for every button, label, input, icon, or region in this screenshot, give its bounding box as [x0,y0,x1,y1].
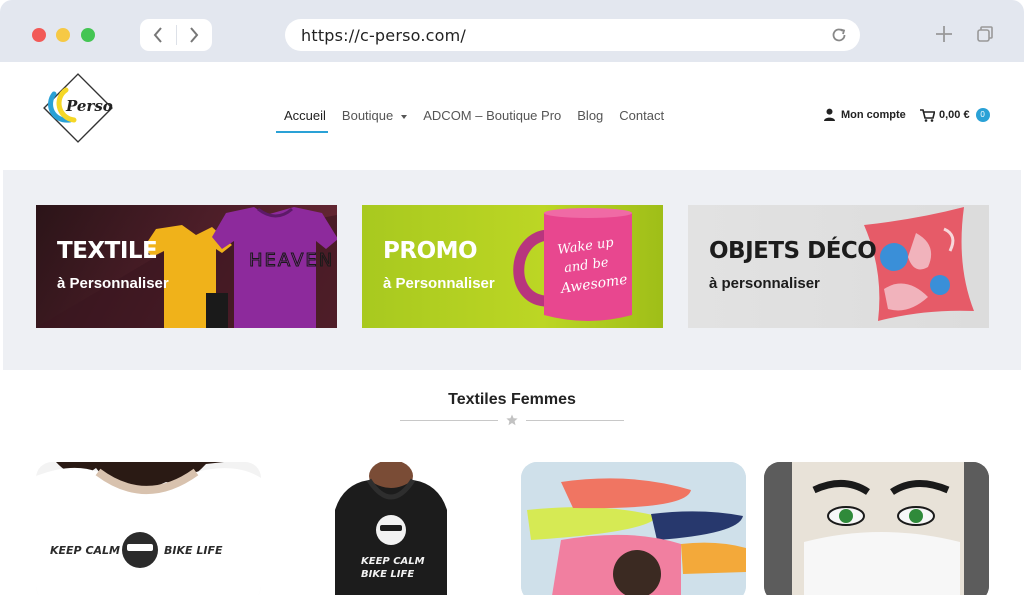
banner-subtitle: à Personnaliser [57,275,169,292]
svg-text:BIKE LIFE: BIKE LIFE [164,544,223,557]
browser-chrome: https://c-perso.com/ [0,0,1024,62]
product-card-hoodie[interactable]: KEEP CALM BIKE LIFE [279,462,504,595]
user-icon [824,108,835,121]
hoodie-product-image: KEEP CALM BIKE LIFE [335,462,447,595]
cart-count-badge: 0 [975,108,990,122]
pillows-product-image [521,462,746,595]
chevron-down-icon [401,114,408,119]
account-link[interactable]: Mon compte [823,108,906,121]
close-window-button[interactable] [32,28,46,42]
tshirts-image: HEAVEN [36,207,337,328]
banner-promo[interactable]: Wake up and be Awesome PROMO à Personnal… [362,205,663,328]
svg-text:KEEP CALM: KEEP CALM [50,544,120,557]
back-icon [153,27,162,43]
minimize-window-button[interactable] [56,28,70,42]
reload-icon[interactable] [830,26,848,44]
site-logo[interactable]: Perso [40,70,116,146]
url-text: https://c-perso.com/ [301,26,466,45]
main-navigation: Accueil Boutique ADCOM – Boutique Pro Bl… [276,106,680,133]
mug-image: Wake up and be Awesome [513,208,632,321]
svg-text:BIKE LIFE: BIKE LIFE [361,569,414,580]
account-label: Mon compte [841,108,906,121]
section-title: Textiles Femmes [448,391,576,408]
banner-title: PROMO [383,238,478,264]
address-bar[interactable]: https://c-perso.com/ [285,19,860,51]
product-card-tshirt[interactable]: KEEP CALM BIKE LIFE [36,462,261,595]
nav-item-contact[interactable]: Contact [619,106,664,133]
new-tab-icon[interactable] [934,24,954,44]
nav-item-boutique[interactable]: Boutique [341,106,408,133]
banner-title: OBJETS DÉCO [709,238,877,264]
tshirt-product-image: KEEP CALM BIKE LIFE [36,462,261,595]
banner-subtitle: à personnaliser [709,275,820,292]
cart-link[interactable]: 0,00 € 0 [920,108,990,122]
cushion-image [864,207,974,321]
svg-text:KEEP CALM: KEEP CALM [361,556,425,567]
promo-banners: HEAVEN TEXTILE à Personnaliser Wake up a… [3,170,1021,370]
star-icon [506,414,518,426]
product-card-mask[interactable] [764,462,989,595]
nav-item-adcom[interactable]: ADCOM – Boutique Pro [423,106,561,133]
logo-text: Perso [65,97,113,115]
cart-total: 0,00 € [939,109,970,121]
maximize-window-button[interactable] [81,28,95,42]
site-header: Perso Accueil Boutique ADCOM – Boutique … [0,62,1024,170]
nav-item-accueil[interactable]: Accueil [276,106,328,133]
cart-icon [920,108,935,122]
history-buttons [140,19,212,51]
section-divider [400,414,624,428]
product-card-pillows[interactable] [521,462,746,595]
banner-subtitle: à Personnaliser [383,275,495,292]
mask-product-image [764,462,989,595]
banner-textile[interactable]: HEAVEN TEXTILE à Personnaliser [36,205,337,328]
forward-icon [190,27,199,43]
back-button[interactable] [140,19,176,51]
banner-deco[interactable]: OBJETS DÉCO à personnaliser [688,205,989,328]
banner-title: TEXTILE [57,238,158,264]
tabs-icon[interactable] [976,25,994,43]
shirt-print-text: HEAVEN [249,250,334,271]
nav-item-blog[interactable]: Blog [577,106,603,133]
nav-item-boutique-label: Boutique [341,108,394,123]
forward-button[interactable] [177,19,213,51]
